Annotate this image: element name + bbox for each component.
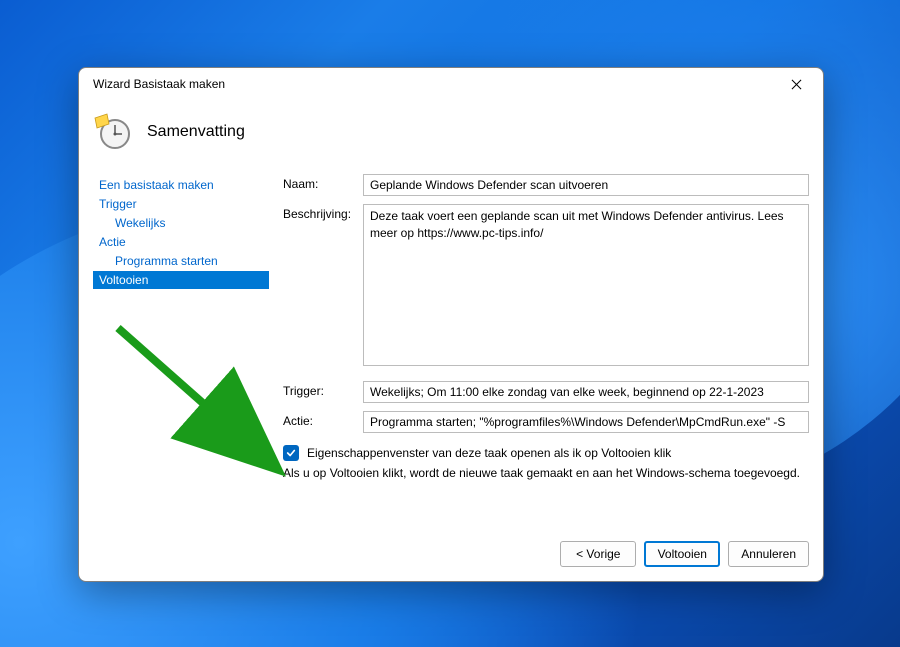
name-row: Naam: xyxy=(283,174,809,196)
finish-button[interactable]: Voltooien xyxy=(644,541,720,567)
action-field xyxy=(363,411,809,433)
wizard-footer: < Vorige Voltooien Annuleren xyxy=(79,529,823,581)
close-icon xyxy=(791,79,802,90)
nav-step-4[interactable]: Programma starten xyxy=(93,252,269,270)
finish-info-text: Als u op Voltooien klikt, wordt de nieuw… xyxy=(283,465,809,482)
nav-step-1[interactable]: Trigger xyxy=(93,195,269,213)
trigger-field xyxy=(363,381,809,403)
open-properties-label[interactable]: Eigenschappenvenster van deze taak opene… xyxy=(307,446,671,460)
description-label: Beschrijving: xyxy=(283,204,363,369)
open-properties-checkbox[interactable] xyxy=(283,445,299,461)
back-button[interactable]: < Vorige xyxy=(560,541,636,567)
nav-step-3[interactable]: Actie xyxy=(93,233,269,251)
description-row: Beschrijving: xyxy=(283,204,809,369)
wizard-dialog: Wizard Basistaak maken Samenvatting Een … xyxy=(78,67,824,582)
titlebar[interactable]: Wizard Basistaak maken xyxy=(79,68,823,100)
cancel-button[interactable]: Annuleren xyxy=(728,541,809,567)
task-wizard-icon xyxy=(93,112,133,152)
trigger-row: Trigger: xyxy=(283,381,809,403)
check-icon xyxy=(286,448,296,458)
name-input[interactable] xyxy=(363,174,809,196)
trigger-label: Trigger: xyxy=(283,381,363,403)
wizard-header: Samenvatting xyxy=(79,100,823,172)
description-input[interactable] xyxy=(363,204,809,366)
name-label: Naam: xyxy=(283,174,363,196)
wizard-content: Naam: Beschrijving: Trigger: Actie: xyxy=(283,172,809,529)
open-properties-row: Eigenschappenvenster van deze taak opene… xyxy=(283,445,809,461)
action-label: Actie: xyxy=(283,411,363,433)
window-title: Wizard Basistaak maken xyxy=(93,77,775,91)
close-button[interactable] xyxy=(775,70,817,98)
nav-step-0[interactable]: Een basistaak maken xyxy=(93,176,269,194)
wizard-body: Een basistaak makenTriggerWekelijksActie… xyxy=(79,172,823,529)
wizard-step-nav: Een basistaak makenTriggerWekelijksActie… xyxy=(93,172,269,529)
nav-step-2[interactable]: Wekelijks xyxy=(93,214,269,232)
nav-step-5[interactable]: Voltooien xyxy=(93,271,269,289)
action-row: Actie: xyxy=(283,411,809,433)
wizard-step-title: Samenvatting xyxy=(147,123,245,141)
